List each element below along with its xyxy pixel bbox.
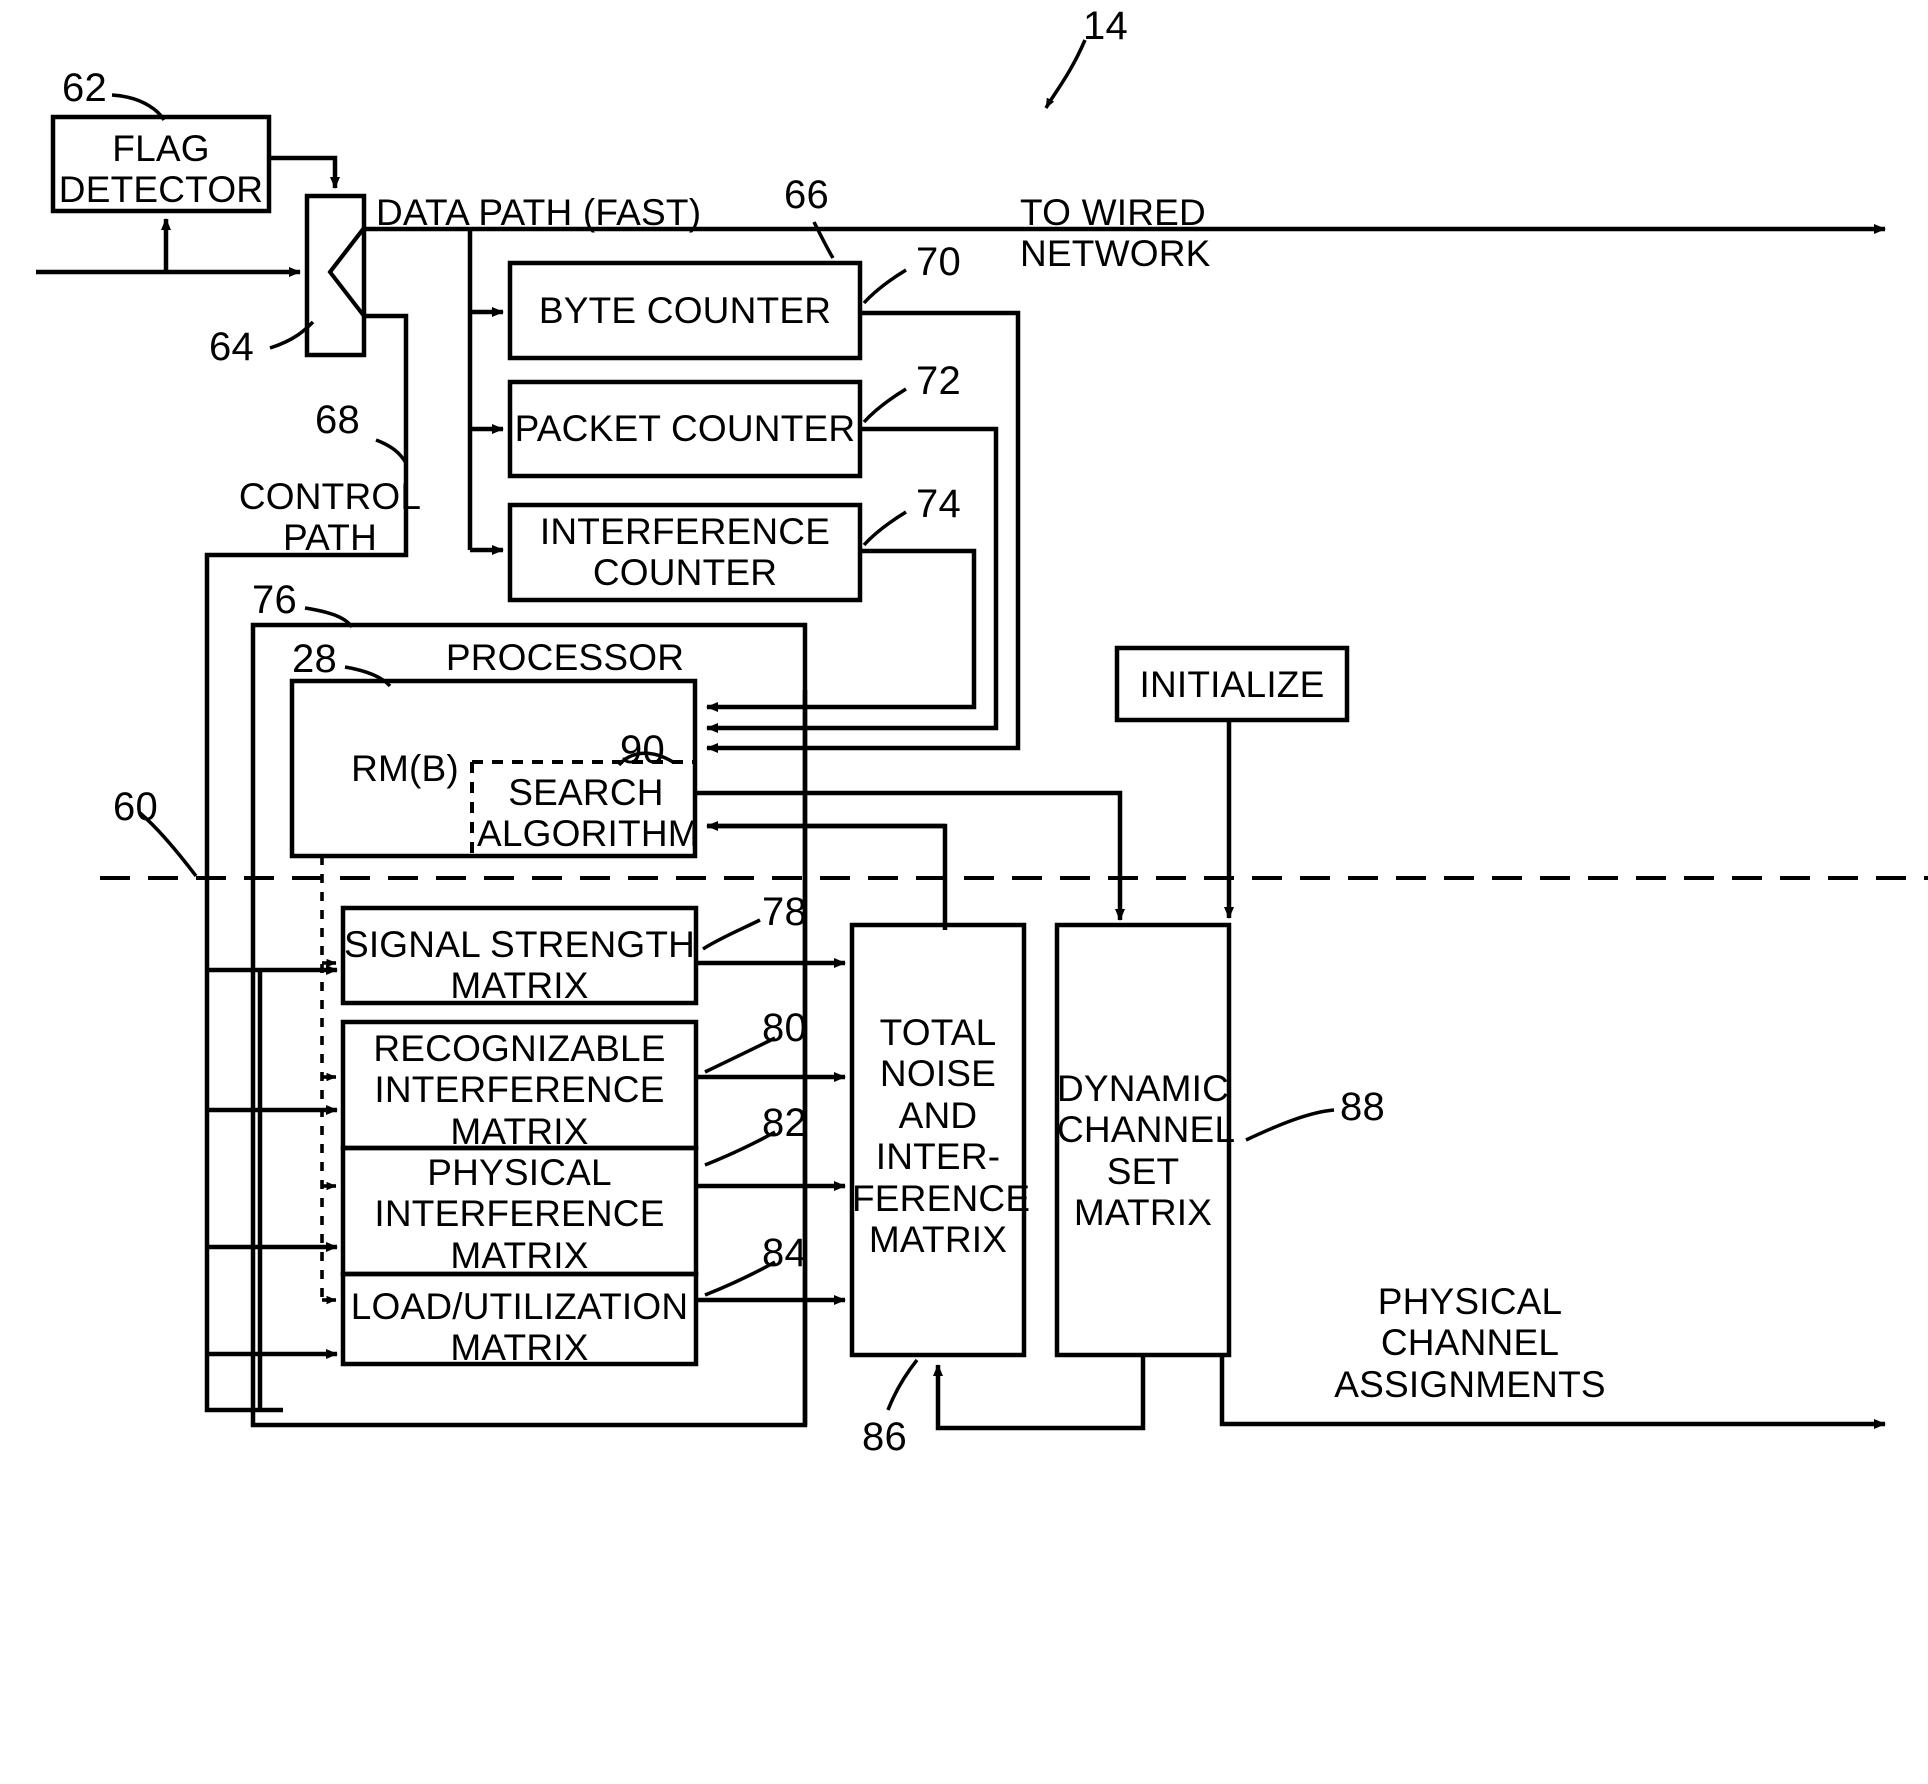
physical-interference-matrix-label: PHYSICAL INTERFERENCE MATRIX [374,1152,665,1276]
ref-numeral-74: 74 [916,482,961,526]
total-noise-matrix-label: TOTAL NOISE AND INTER- FERENCE MATRIX [852,1012,1031,1261]
byte-counter-label: BYTE COUNTER [538,290,832,331]
ref-numeral-86: 86 [862,1415,907,1459]
ref-numeral-88: 88 [1340,1085,1385,1129]
ref-numeral-28: 28 [292,637,337,681]
ref-numeral-72: 72 [916,359,961,403]
ref-numeral-80: 80 [762,1006,807,1050]
ref-numeral-66: 66 [784,173,829,217]
interference-counter-label: INTERFERENCE COUNTER [539,511,831,594]
signal-strength-matrix-label: SIGNAL STRENGTH MATRIX [343,924,696,1007]
ref-numeral-84: 84 [762,1231,807,1275]
ref-numeral-70: 70 [916,240,961,284]
ref-numeral-68: 68 [315,398,360,442]
packet-counter-label: PACKET COUNTER [514,408,856,449]
data-path-label: DATA PATH (FAST) [376,192,702,233]
initialize-label: INITIALIZE [1139,664,1325,705]
ref-numeral-14: 14 [1083,4,1128,48]
flag-detector-label: FLAG DETECTOR [58,128,264,211]
ref-numeral-78: 78 [762,890,807,934]
to-wired-network-label: TO WIRED NETWORK [1020,192,1211,275]
patent-figure: 14 62 64 66 68 70 72 74 76 28 90 60 78 8… [0,0,1928,1784]
load-utilization-matrix-label: LOAD/UTILIZATION MATRIX [350,1286,689,1369]
ref-numeral-82: 82 [762,1101,807,1145]
recognizable-interference-matrix-label: RECOGNIZABLE INTERFERENCE MATRIX [373,1028,666,1152]
ref-numeral-62: 62 [62,66,107,110]
control-path-label: CONTROL PATH [238,476,422,559]
ref-numeral-60: 60 [113,785,158,829]
switch-64-body [304,193,367,358]
processor-label: PROCESSOR [445,637,685,678]
physical-channel-assignments-label: PHYSICAL CHANNEL ASSIGNMENTS [1334,1281,1606,1405]
rm-b-label: RM(B) [351,748,459,789]
ref-numeral-90: 90 [620,728,665,772]
search-algorithm-label: SEARCH ALGORITHM [477,772,699,855]
ref-numeral-64: 64 [209,325,254,369]
dynamic-channel-set-matrix-label: DYNAMIC CHANNEL SET MATRIX [1057,1068,1236,1234]
ref-numeral-76: 76 [252,578,297,622]
